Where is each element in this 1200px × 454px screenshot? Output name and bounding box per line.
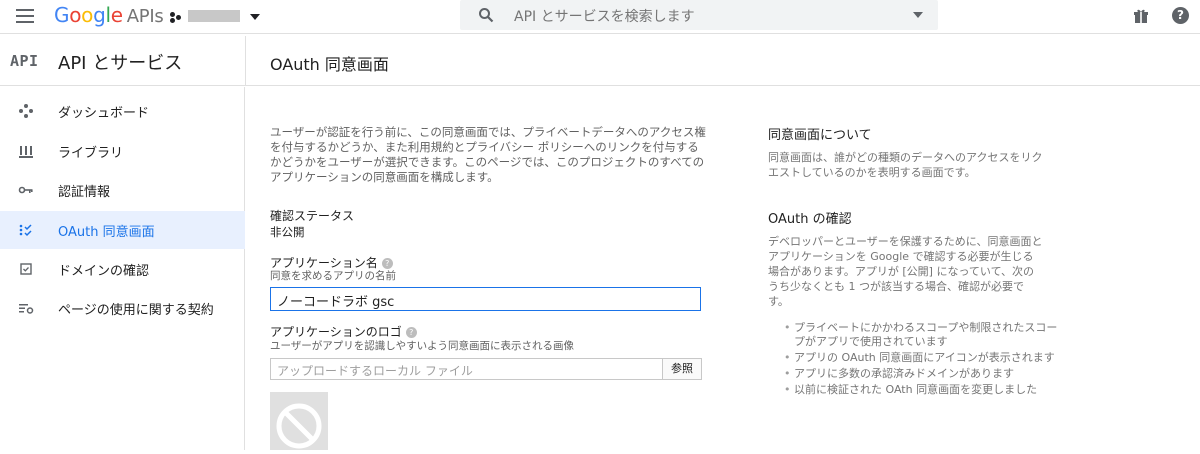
project-selector[interactable] (170, 8, 262, 26)
status-label: 確認ステータス (270, 209, 355, 223)
search-dropdown-icon[interactable] (913, 12, 923, 18)
chevron-down-icon (250, 14, 260, 20)
project-dots-icon (170, 12, 186, 23)
sidebar-item-credentials[interactable]: 認証情報 (0, 171, 245, 209)
sidebar-item-dashboard[interactable]: ダッシュボード (0, 92, 245, 130)
help-icon[interactable]: ? (405, 327, 417, 338)
help-verify-text: デベロッパーとユーザーを保護するために、同意画面とアプリケーションを Googl… (768, 235, 1043, 308)
section-title: API とサービス (58, 53, 183, 74)
checkbox-icon (20, 263, 32, 275)
logo-preview (270, 392, 328, 450)
no-image-icon (276, 403, 322, 449)
list-item: プライベートにかかわるスコープや制限されたスコープがアプリで使用されています (768, 321, 1058, 349)
list-item: アプリの OAuth 同意画面にアイコンが表示されます (768, 351, 1058, 365)
sidebar-item-page-usage-agreements[interactable]: ページの使用に関する契約 (0, 289, 245, 327)
sidebar-item-oauth-consent[interactable]: OAuth 同意画面 (0, 211, 245, 249)
search-bar[interactable]: API とサービスを検索します (460, 0, 938, 30)
top-app-bar: Google APIs API とサービスを検索します ? (0, 0, 1200, 34)
sidebar-item-label: ドメインの確認 (58, 264, 150, 279)
verification-criteria-list: プライベートにかかわるスコープや制限されたスコープがアプリで使用されています ア… (768, 321, 1058, 399)
dashboard-icon (19, 104, 33, 118)
sidebar-item-label: ダッシュボード (58, 106, 150, 121)
page-title: OAuth 同意画面 (270, 55, 389, 74)
help-icon[interactable]: ? (1172, 7, 1189, 24)
browse-button[interactable]: 参照 (662, 358, 702, 380)
sidebar-item-label: 認証情報 (58, 185, 111, 200)
list-item: アプリに多数の承認済みドメインがあります (768, 367, 1058, 381)
app-logo-hint: ユーザーがアプリを認識しやすいよう同意画面に表示される画像 (270, 340, 574, 352)
status-value: 非公開 (270, 225, 305, 239)
project-name-redacted (188, 10, 240, 22)
sidebar-item-label: ライブラリ (58, 146, 124, 161)
brand-apis-text: APIs (126, 6, 164, 27)
page-header: API API とサービス OAuth 同意画面 (0, 36, 1200, 86)
app-name-hint: 同意を求めるアプリの名前 (270, 270, 396, 282)
help-verify-title: OAuth の確認 (768, 212, 852, 227)
help-consent-title: 同意画面について (768, 128, 872, 143)
app-logo-label: アプリケーションのロゴ (270, 325, 402, 339)
sidebar: ダッシュボード ライブラリ 認証情報 OAuth 同意画面 ドメインの確認 ペー… (0, 87, 245, 450)
sidebar-item-domain-verification[interactable]: ドメインの確認 (0, 250, 245, 288)
sidebar-item-label: OAuth 同意画面 (58, 225, 155, 240)
settings-list-icon (19, 304, 34, 314)
consent-screen-icon (19, 224, 32, 237)
key-icon (18, 186, 33, 194)
logo-file-input[interactable]: アップロードするローカル ファイル (270, 358, 663, 380)
api-badge: API (10, 52, 39, 70)
consent-description: ユーザーが認証を行う前に、この同意画面では、プライベートデータへのアクセス権を付… (270, 125, 706, 184)
sidebar-item-label: ページの使用に関する契約 (58, 303, 214, 318)
search-input[interactable]: API とサービスを検索します (514, 6, 695, 26)
sidebar-item-library[interactable]: ライブラリ (0, 132, 245, 170)
list-item: 以前に検証された OAth 同意画面を変更しました (768, 383, 1058, 397)
search-icon (479, 8, 494, 23)
google-apis-logo[interactable]: Google APIs (54, 3, 164, 27)
gift-icon[interactable] (1133, 8, 1149, 24)
header-divider (245, 36, 246, 86)
library-icon (19, 146, 33, 158)
app-name-input[interactable]: ノーコードラボ gsc (270, 287, 701, 311)
hamburger-menu-icon[interactable] (16, 9, 34, 23)
help-consent-text: 同意画面は、誰がどの種類のデータへのアクセスをリクエストしているのかを表明する画… (768, 151, 1043, 179)
